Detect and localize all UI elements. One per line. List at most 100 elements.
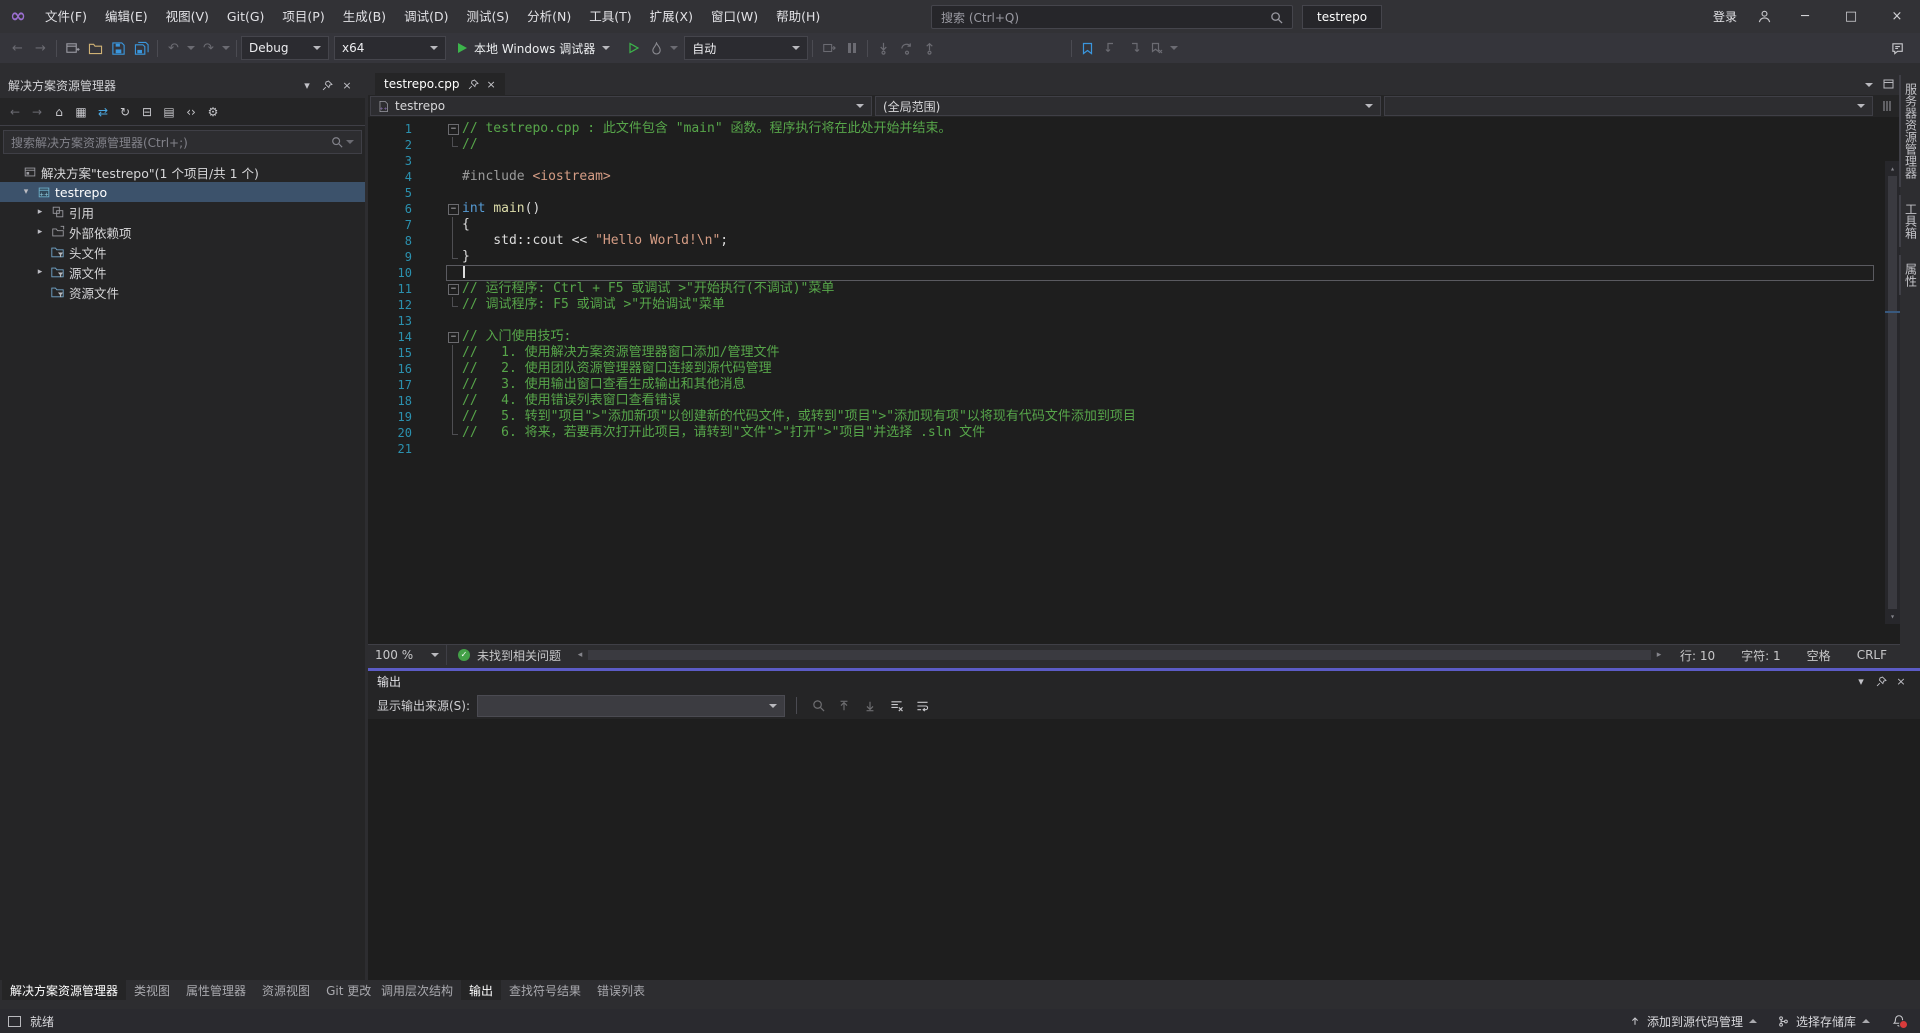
line-number[interactable]: 21	[368, 441, 424, 457]
tool-window-tab[interactable]: 工具箱	[1899, 195, 1920, 247]
window-position-icon[interactable]: ▾	[1851, 675, 1871, 688]
line-number[interactable]: 2	[368, 137, 424, 153]
split-window-icon[interactable]	[1876, 100, 1898, 112]
save-all-icon[interactable]	[130, 36, 153, 60]
zoom-dropdown[interactable]: 100 %	[368, 645, 447, 665]
menu-item[interactable]: 生成(B)	[334, 0, 395, 33]
breakpoint-margin[interactable]	[424, 409, 446, 425]
line-number[interactable]: 12	[368, 297, 424, 313]
panel-tab[interactable]: 错误列表	[589, 980, 653, 1000]
sign-in-link[interactable]: 登录	[1703, 8, 1747, 25]
scrollbar-thumb[interactable]	[588, 650, 1651, 660]
solution-configuration-dropdown[interactable]: Debug	[241, 36, 329, 60]
code-line[interactable]: 13	[368, 313, 1900, 329]
visual-studio-logo-icon[interactable]: ∞	[0, 0, 36, 33]
clear-bookmarks-icon[interactable]	[1145, 36, 1168, 60]
active-files-dropdown-icon[interactable]	[1865, 76, 1873, 91]
output-content[interactable]	[368, 719, 1920, 980]
document-tab[interactable]: testrepo.cpp ×	[375, 73, 505, 95]
minimize-button[interactable]: ─	[1782, 0, 1828, 33]
redo-icon[interactable]: ↷	[197, 36, 220, 60]
breakpoint-margin[interactable]	[424, 265, 446, 281]
pin-icon[interactable]	[1871, 676, 1891, 687]
output-source-dropdown[interactable]	[477, 695, 785, 717]
menu-item[interactable]: 视图(V)	[157, 0, 218, 33]
close-button[interactable]: ×	[1874, 0, 1920, 33]
step-over-icon[interactable]	[895, 36, 918, 60]
tree-row[interactable]: 资源文件	[0, 282, 365, 302]
nav-member-dropdown[interactable]	[1384, 96, 1873, 116]
line-number[interactable]: 19	[368, 409, 424, 425]
nav-project-dropdown[interactable]: ++ testrepo	[370, 96, 872, 116]
breakpoint-margin[interactable]	[424, 361, 446, 377]
solution-search-input[interactable]: 搜索解决方案资源管理器(Ctrl+;)	[3, 130, 362, 154]
menu-item[interactable]: 帮助(H)	[767, 0, 829, 33]
prev-bookmark-icon[interactable]	[1099, 36, 1122, 60]
breakpoint-margin[interactable]	[424, 201, 446, 217]
next-message-icon[interactable]	[860, 696, 880, 716]
hot-reload-icon[interactable]	[645, 36, 668, 60]
nav-scope-dropdown[interactable]: (全局范围)	[875, 96, 1381, 116]
menu-item[interactable]: Git(G)	[218, 0, 274, 33]
line-number[interactable]: 10	[368, 265, 424, 281]
line-indicator[interactable]: 行: 10	[1667, 647, 1728, 664]
breakpoint-margin[interactable]	[424, 281, 446, 297]
breakpoint-margin[interactable]	[424, 233, 446, 249]
menu-item[interactable]: 分析(N)	[518, 0, 580, 33]
collapse-all-icon[interactable]: ⊟	[137, 102, 157, 122]
code-line[interactable]: 5	[368, 185, 1900, 201]
code-line[interactable]: 12// 调试程序: F5 或调试 >"开始调试"菜单	[368, 297, 1900, 313]
line-number[interactable]: 14	[368, 329, 424, 345]
breakpoint-margin[interactable]	[424, 377, 446, 393]
code-line[interactable]: 6−int main()	[368, 201, 1900, 217]
code-line[interactable]: 16// 2. 使用团队资源管理器窗口连接到源代码管理	[368, 361, 1900, 377]
navigate-backward-icon[interactable]: ←	[6, 36, 29, 60]
fold-collapse-icon[interactable]: −	[448, 124, 459, 135]
scrollbar-thumb[interactable]	[1888, 176, 1897, 609]
line-number[interactable]: 13	[368, 313, 424, 329]
breakpoint-margin[interactable]	[424, 137, 446, 153]
breakpoint-margin[interactable]	[424, 185, 446, 201]
fold-collapse-icon[interactable]: −	[448, 332, 459, 343]
code-line[interactable]: 4#include <iostream>	[368, 169, 1900, 185]
breakpoint-margin[interactable]	[424, 441, 446, 457]
eol-indicator[interactable]: CRLF	[1844, 648, 1900, 662]
pin-icon[interactable]	[317, 80, 337, 91]
code-editor[interactable]: 1−// testrepo.cpp : 此文件包含 "main" 函数。程序执行…	[368, 117, 1900, 644]
code-line[interactable]: 19// 5. 转到"项目">"添加新项"以创建新的代码文件，或转到"项目">"…	[368, 409, 1900, 425]
panel-tab[interactable]: 属性管理器	[178, 980, 254, 1000]
undo-icon[interactable]: ↶	[162, 36, 185, 60]
send-feedback-icon[interactable]	[1887, 36, 1910, 60]
panel-tab[interactable]: 类视图	[126, 980, 178, 1000]
breakpoint-margin[interactable]	[424, 121, 446, 137]
search-options-icon[interactable]	[346, 140, 354, 144]
clear-all-icon[interactable]	[886, 696, 906, 716]
window-options-icon[interactable]	[1883, 79, 1894, 89]
properties-icon[interactable]: ⚙	[203, 102, 223, 122]
line-number[interactable]: 3	[368, 153, 424, 169]
next-bookmark-icon[interactable]	[1122, 36, 1145, 60]
prev-message-icon[interactable]	[834, 696, 854, 716]
code-line[interactable]: 11−// 运行程序: Ctrl + F5 或调试 >"开始执行(不调试)"菜单	[368, 281, 1900, 297]
fold-collapse-icon[interactable]: −	[448, 204, 459, 215]
forward-icon[interactable]: →	[27, 102, 47, 122]
undo-dropdown-icon[interactable]	[185, 46, 197, 50]
step-into-icon[interactable]	[872, 36, 895, 60]
code-line[interactable]: 17// 3. 使用输出窗口查看生成输出和其他消息	[368, 377, 1900, 393]
code-line[interactable]: 14−// 入门使用技巧:	[368, 329, 1900, 345]
menu-item[interactable]: 编辑(E)	[96, 0, 157, 33]
panel-tab[interactable]: 输出	[461, 980, 501, 1000]
scroll-right-icon[interactable]: ▸	[1651, 650, 1667, 660]
close-icon[interactable]: ×	[487, 78, 496, 91]
close-icon[interactable]: ×	[1891, 675, 1911, 688]
solution-explorer-header[interactable]: 解决方案资源管理器 ▾ ×	[0, 73, 365, 98]
menu-item[interactable]: 项目(P)	[273, 0, 333, 33]
new-project-icon[interactable]	[61, 36, 84, 60]
menu-item[interactable]: 扩展(X)	[641, 0, 702, 33]
line-number[interactable]: 4	[368, 169, 424, 185]
tree-row[interactable]: ▸外部依赖项	[0, 222, 365, 242]
column-indicator[interactable]: 字符: 1	[1728, 647, 1794, 664]
tree-expander-icon[interactable]: ▸	[32, 267, 48, 277]
view-code-icon[interactable]: ‹›	[181, 102, 201, 122]
scroll-left-icon[interactable]: ◂	[572, 650, 588, 660]
